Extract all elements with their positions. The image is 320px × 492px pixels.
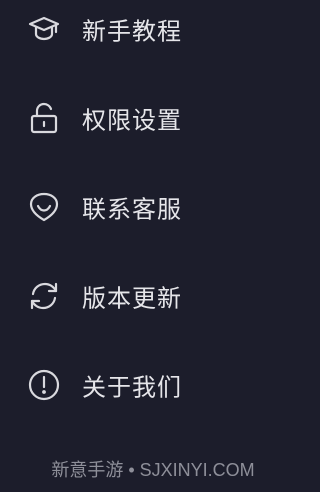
- menu-item-label: 新手教程: [82, 17, 182, 46]
- info-icon: [26, 367, 62, 403]
- menu-item-permissions[interactable]: 权限设置: [0, 90, 306, 146]
- menu-item-label: 关于我们: [82, 373, 182, 402]
- graduation-cap-icon: [26, 11, 62, 47]
- customer-service-icon: [26, 189, 62, 225]
- unlock-icon: [26, 100, 62, 136]
- menu-item-label: 版本更新: [82, 284, 182, 313]
- refresh-icon: [26, 278, 62, 314]
- menu-item-tutorial[interactable]: 新手教程: [0, 1, 306, 57]
- menu-item-about-us[interactable]: 关于我们: [0, 357, 306, 413]
- watermark: 新意手游 • SJXINYI.COM: [51, 460, 255, 480]
- menu-item-version-update[interactable]: 版本更新: [0, 268, 306, 324]
- menu-item-customer-service[interactable]: 联系客服: [0, 179, 306, 235]
- menu-item-label: 联系客服: [82, 195, 182, 224]
- menu-item-label: 权限设置: [82, 106, 182, 135]
